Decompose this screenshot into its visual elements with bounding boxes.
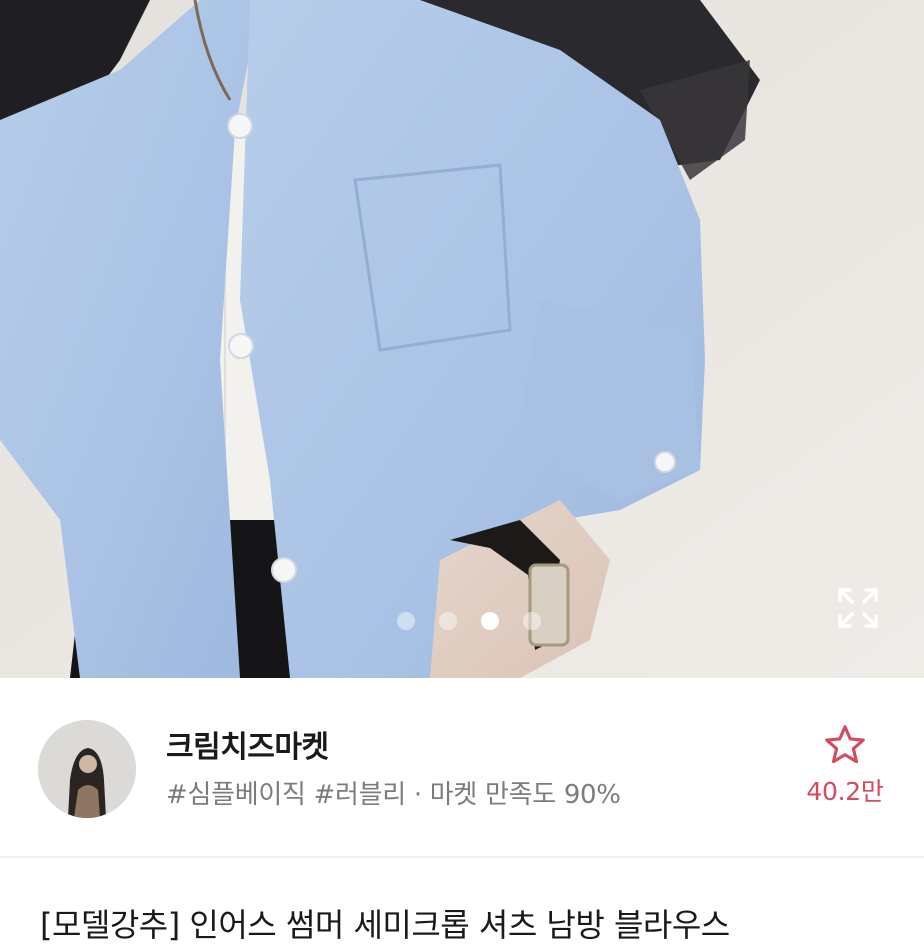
carousel-dot[interactable] [397, 612, 415, 630]
carousel-dot[interactable] [439, 612, 457, 630]
product-photo-illustration [0, 0, 924, 678]
shop-name[interactable]: 크림치즈마켓 [166, 722, 329, 766]
carousel-dot-active[interactable] [481, 612, 499, 630]
product-title: [모델강추] 인어스 썸머 세미크롭 셔츠 남방 블라우스 [40, 906, 730, 944]
carousel-dot[interactable] [523, 612, 541, 630]
favorite-button[interactable]: 40.2만 [790, 724, 900, 814]
expand-icon[interactable] [836, 586, 880, 630]
favorite-count: 40.2만 [806, 777, 884, 806]
shop-tags: #심플베이직 #러블리 · 마켓 만족도 90% [166, 780, 621, 810]
product-photo[interactable] [0, 0, 924, 678]
shop-info-row[interactable]: 크림치즈마켓 #심플베이직 #러블리 · 마켓 만족도 90% 40.2만 [0, 678, 924, 858]
shop-avatar[interactable] [38, 720, 136, 818]
carousel-indicator [0, 612, 924, 632]
star-outline-icon [825, 725, 865, 764]
